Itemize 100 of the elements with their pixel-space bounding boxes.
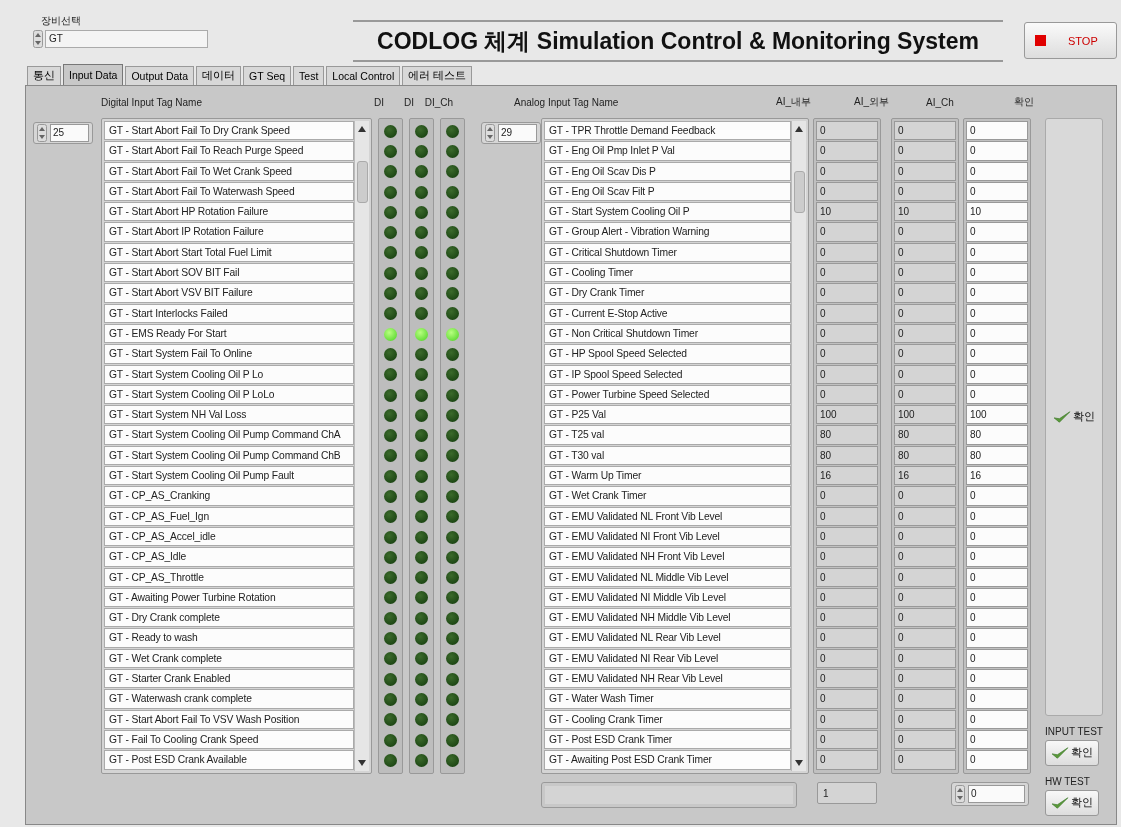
value-field: 0 (894, 567, 956, 587)
spinner-arrows-icon[interactable] (37, 124, 47, 142)
value-field[interactable]: 16 (966, 466, 1028, 486)
value-field[interactable]: 0 (966, 303, 1028, 323)
device-select-field[interactable]: GT (45, 30, 208, 48)
tag-name-cell: GT - Power Turbine Speed Selected (544, 384, 791, 405)
tag-name-cell: GT - Start System Cooling Oil Pump Fault (104, 466, 354, 486)
value-field[interactable]: 0 (966, 648, 1028, 668)
index-control[interactable]: 25 (33, 122, 93, 144)
value-field[interactable]: 0 (966, 242, 1028, 263)
value-field: 0 (816, 384, 878, 405)
scroll-thumb[interactable] (794, 171, 805, 213)
value-field: 0 (894, 344, 956, 364)
tag-name-cell: GT - Start Abort HP Rotation Failure (104, 202, 354, 222)
tag-name-cell: GT - Start System Cooling Oil Pump Command ChB (104, 445, 354, 466)
value-field: 80 (894, 445, 956, 466)
stop-icon (1035, 35, 1046, 46)
tag-name-cell: GT - Starter Crank Enabled (104, 669, 354, 689)
tab[interactable]: Input Data (63, 64, 124, 85)
scroll-up-icon[interactable] (795, 126, 803, 132)
value-field[interactable]: 0 (966, 323, 1028, 344)
value-field: 80 (816, 425, 878, 445)
tab[interactable]: 에러 테스트 (402, 66, 473, 85)
count-control[interactable]: 0 (951, 781, 1029, 806)
column-header: AI_외부 (854, 95, 890, 109)
checkmark-icon (1051, 746, 1069, 760)
value-field: 0 (816, 263, 878, 283)
value-field[interactable]: 0 (966, 364, 1028, 384)
value-field[interactable]: 0 (966, 729, 1028, 750)
value-field[interactable]: 0 (966, 222, 1028, 242)
value-field: 0 (816, 486, 878, 506)
tag-name-cell: GT - Cooling Crank Timer (544, 709, 791, 729)
tab[interactable]: 데이터 (196, 66, 242, 85)
stop-button[interactable]: STOP (1024, 22, 1117, 59)
value-field[interactable]: 100 (966, 405, 1028, 425)
value-field[interactable]: 0 (966, 750, 1028, 770)
tag-name-cell: GT - Start Abort Fail To Wet Crank Speed (104, 161, 354, 181)
confirm-button[interactable]: 확인 (1045, 790, 1099, 816)
tab[interactable]: Test (293, 66, 325, 85)
tag-name-cell: GT - Start Abort IP Rotation Failure (104, 222, 354, 242)
spinner-arrows-icon[interactable] (955, 784, 965, 803)
value-field[interactable]: 10 (966, 202, 1028, 222)
value-field[interactable]: 0 (966, 608, 1028, 628)
scroll-thumb[interactable] (357, 161, 368, 203)
index-control[interactable]: 29 (481, 122, 541, 144)
index-field[interactable]: 29 (498, 124, 537, 142)
tag-name-cell: GT - Start System Cooling Oil P (544, 202, 791, 222)
tag-name-cell: GT - Start Abort Fail To Waterwash Speed (104, 181, 354, 202)
tag-name-cell: GT - EMU Validated NL Rear Vib Level (544, 628, 791, 648)
value-field[interactable]: 0 (966, 141, 1028, 161)
tab[interactable]: Output Data (125, 66, 195, 85)
value-field[interactable]: 0 (966, 669, 1028, 689)
confirm-button[interactable]: 확인 (1045, 740, 1099, 766)
value-field[interactable]: 80 (966, 445, 1028, 466)
value-field[interactable]: 0 (966, 547, 1028, 567)
scrollbar[interactable] (354, 121, 369, 771)
column-header: AI_내부 (776, 95, 812, 109)
value-field: 0 (894, 709, 956, 729)
confirm-button[interactable]: 확인 (1045, 118, 1103, 716)
value-field[interactable]: 80 (966, 425, 1028, 445)
value-field[interactable]: 0 (966, 628, 1028, 648)
value-field: 0 (816, 750, 878, 770)
count-field[interactable]: 0 (968, 784, 1025, 803)
value-field[interactable]: 0 (966, 506, 1028, 526)
value-field: 0 (894, 121, 956, 141)
value-field[interactable]: 0 (966, 689, 1028, 709)
value-field: 0 (894, 750, 956, 770)
value-field[interactable]: 0 (966, 161, 1028, 181)
checkmark-icon (1051, 796, 1069, 810)
value-field[interactable]: 0 (966, 526, 1028, 547)
value-field: 0 (894, 689, 956, 709)
tab[interactable]: Local Control (326, 66, 401, 85)
value-field: 0 (816, 181, 878, 202)
value-field[interactable]: 0 (966, 709, 1028, 729)
scroll-down-icon[interactable] (795, 759, 803, 766)
tag-name-cell: GT - CP_AS_Throttle (104, 567, 354, 587)
value-field[interactable]: 0 (966, 283, 1028, 303)
value-field[interactable]: 0 (966, 486, 1028, 506)
value-field[interactable]: 0 (966, 587, 1028, 608)
index-field[interactable]: 25 (50, 124, 89, 142)
value-field[interactable]: 0 (966, 344, 1028, 364)
value-field[interactable]: 0 (966, 263, 1028, 283)
tab[interactable]: GT Seq (243, 66, 292, 85)
value-field[interactable]: 0 (966, 181, 1028, 202)
scroll-up-icon[interactable] (358, 126, 366, 132)
value-field: 10 (816, 202, 878, 222)
column-header: Analog Input Tag Name (514, 96, 620, 108)
value-field[interactable]: 0 (966, 121, 1028, 141)
scroll-down-icon[interactable] (358, 759, 366, 766)
spinner-arrows-icon[interactable] (33, 30, 43, 48)
tab[interactable]: 통신 (27, 66, 61, 85)
scrollbar[interactable] (791, 121, 806, 771)
tag-name-cell: GT - CP_AS_Idle (104, 547, 354, 567)
column-header: DI (403, 96, 415, 108)
value-field[interactable]: 0 (966, 384, 1028, 405)
spinner-arrows-icon[interactable] (485, 124, 495, 142)
value-field: 16 (816, 466, 878, 486)
tag-name-cell: GT - HP Spool Speed Selected (544, 344, 791, 364)
value-field[interactable]: 0 (966, 567, 1028, 587)
tag-name-cell: GT - Eng Oil Scav Dis P (544, 161, 791, 181)
